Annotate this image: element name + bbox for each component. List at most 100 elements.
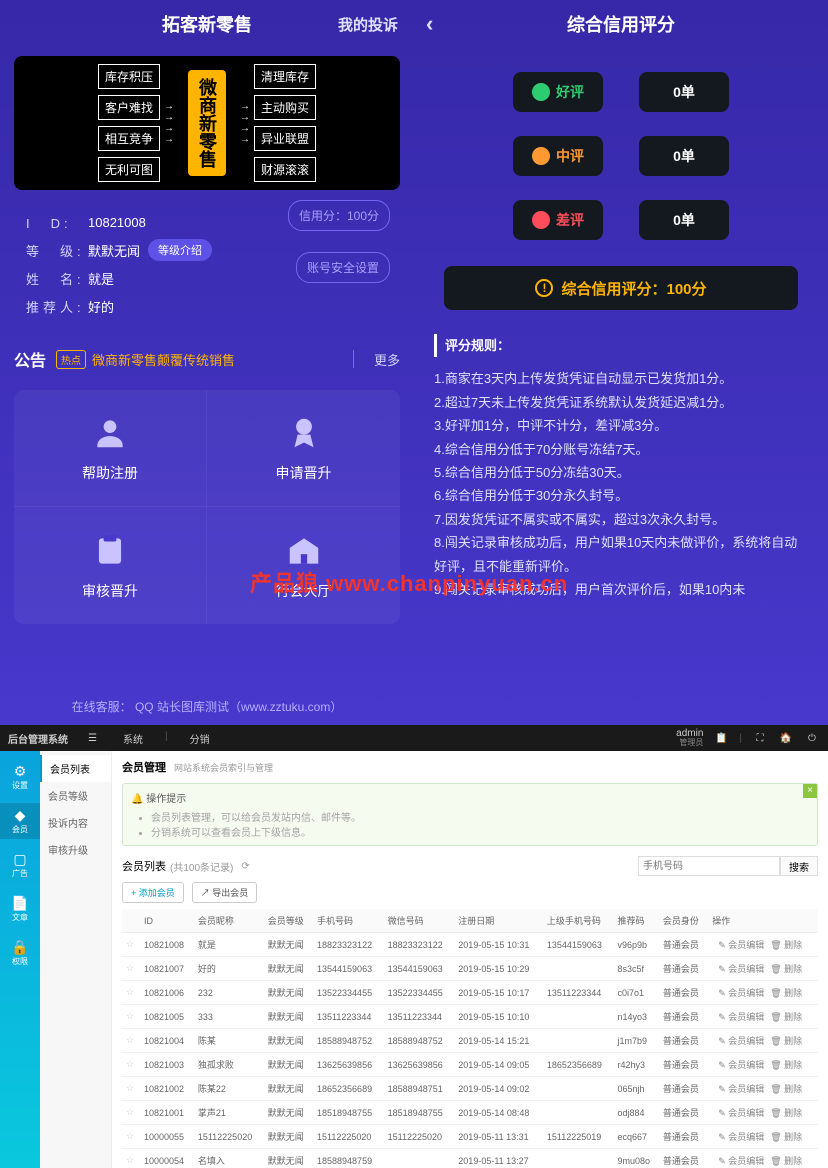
cell: 普通会员 <box>659 1029 708 1053</box>
edit-link[interactable]: ✎ 会员编辑 <box>718 940 764 950</box>
star-icon[interactable]: ☆ <box>122 1101 140 1125</box>
star-icon[interactable]: ☆ <box>122 1125 140 1149</box>
cell: 普通会员 <box>659 933 708 957</box>
edit-link[interactable]: ✎ 会员编辑 <box>718 1060 764 1070</box>
edit-link[interactable]: ✎ 会员编辑 <box>718 1156 764 1166</box>
edit-link[interactable]: ✎ 会员编辑 <box>718 1012 764 1022</box>
delete-link[interactable]: 🗑 删除 <box>770 1084 802 1094</box>
cell: 普通会员 <box>659 1005 708 1029</box>
star-icon[interactable]: ☆ <box>122 933 140 957</box>
cell: 2019-05-14 09:02 <box>454 1077 543 1101</box>
complaints-link[interactable]: 我的投诉 <box>338 14 398 35</box>
menu-toggle-icon[interactable]: ☰ <box>88 733 97 744</box>
cell: 默默无闻 <box>264 1149 313 1168</box>
credit-score-button[interactable]: 信用分：100分 <box>288 200 390 231</box>
delete-link[interactable]: 🗑 删除 <box>770 940 802 950</box>
back-icon[interactable]: ‹ <box>426 11 433 37</box>
side-icon: ▢ <box>0 851 40 868</box>
cell: v96p9b <box>614 933 659 957</box>
fullscreen-icon[interactable]: ⛶ <box>752 730 768 746</box>
submenu-item[interactable]: 会员列表 <box>40 755 111 782</box>
level-intro-button[interactable]: 等级介绍 <box>148 239 212 261</box>
delete-link[interactable]: 🗑 删除 <box>770 1060 802 1070</box>
delete-link[interactable]: 🗑 删除 <box>770 1156 802 1166</box>
menu-apply-promotion[interactable]: 申请晋升 <box>207 390 400 507</box>
rule-item: 3.好评加1分，中评不计分，差评减3分。 <box>434 414 808 437</box>
delete-link[interactable]: 🗑 删除 <box>770 1012 802 1022</box>
cell: 13625639856 <box>384 1053 455 1077</box>
tip-close-icon[interactable]: × <box>803 784 817 798</box>
cell: 8s3c5f <box>614 957 659 981</box>
cell: 10821002 <box>140 1077 194 1101</box>
delete-link[interactable]: 🗑 删除 <box>770 964 802 974</box>
nav-distribution[interactable]: 分销 <box>184 731 216 746</box>
warning-icon: ! <box>535 279 553 297</box>
menu-audit-promotion[interactable]: 审核晋升 <box>14 507 207 624</box>
nav-system[interactable]: 系统 <box>117 731 149 746</box>
edit-link[interactable]: ✎ 会员编辑 <box>718 1132 764 1142</box>
star-icon[interactable]: ☆ <box>122 1005 140 1029</box>
column-header: 会员身份 <box>659 909 708 933</box>
cell: 2019-05-11 13:27 <box>454 1149 543 1168</box>
notice-bar: 公告 热点 微商新零售颠覆传统销售 更多 <box>14 340 400 378</box>
side-item-1[interactable]: ◆会员 <box>0 803 40 839</box>
power-icon[interactable]: ⏻ <box>804 730 820 746</box>
delete-link[interactable]: 🗑 删除 <box>770 1036 802 1046</box>
column-header: ID <box>140 909 194 933</box>
side-item-0[interactable]: ⚙设置 <box>0 759 40 795</box>
submenu-item[interactable]: 审核升级 <box>40 836 111 863</box>
delete-link[interactable]: 🗑 删除 <box>770 988 802 998</box>
calendar-icon[interactable]: 📋 <box>713 730 729 746</box>
user-icon <box>90 413 130 453</box>
badge-icon <box>284 413 324 453</box>
side-item-2[interactable]: ▢广告 <box>0 847 40 883</box>
star-icon[interactable]: ☆ <box>122 1149 140 1168</box>
submenu-item[interactable]: 投诉内容 <box>40 809 111 836</box>
cell: 10821005 <box>140 1005 194 1029</box>
column-header: 会员昵称 <box>194 909 264 933</box>
edit-link[interactable]: ✎ 会员编辑 <box>718 964 764 974</box>
star-icon[interactable]: ☆ <box>122 1029 140 1053</box>
edit-link[interactable]: ✎ 会员编辑 <box>718 1084 764 1094</box>
notice-text[interactable]: 微商新零售颠覆传统销售 <box>92 350 343 369</box>
menu-label: 帮助注册 <box>82 463 138 483</box>
table-row: ☆10821008就是默默无闻1882332312218823323122201… <box>122 933 818 957</box>
cell: 10821008 <box>140 933 194 957</box>
star-icon[interactable]: ☆ <box>122 1077 140 1101</box>
banner-right-item: 异业联盟 <box>254 126 316 151</box>
notice-more-link[interactable]: 更多 <box>374 350 400 369</box>
refresh-icon[interactable]: ⟳ <box>241 861 249 872</box>
export-member-button[interactable]: ↗ 导出会员 <box>192 882 258 903</box>
submenu-item[interactable]: 会员等级 <box>40 782 111 809</box>
star-icon[interactable]: ☆ <box>122 957 140 981</box>
star-icon[interactable]: ☆ <box>122 1053 140 1077</box>
cell: 10821007 <box>140 957 194 981</box>
side-icon: 📄 <box>0 895 40 912</box>
menu-label: 审核晋升 <box>82 581 138 601</box>
side-icon: ⚙ <box>0 763 40 780</box>
side-item-3[interactable]: 📄文章 <box>0 891 40 927</box>
search-button[interactable]: 搜索 <box>780 856 818 876</box>
home-icon[interactable]: 🏠 <box>778 730 794 746</box>
rule-item: 7.因发货凭证不属实或不属实，超过3次永久封号。 <box>434 508 808 531</box>
delete-link[interactable]: 🗑 删除 <box>770 1132 802 1142</box>
rule-item: 1.商家在3天内上传发货凭证自动显示已发货加1分。 <box>434 367 808 390</box>
edit-link[interactable]: ✎ 会员编辑 <box>718 1036 764 1046</box>
cell: 13511223344 <box>384 1005 455 1029</box>
edit-link[interactable]: ✎ 会员编辑 <box>718 988 764 998</box>
bad-rating-pill: 差评 <box>513 200 603 240</box>
cell: ecq667 <box>614 1125 659 1149</box>
add-member-button[interactable]: + 添加会员 <box>122 882 184 903</box>
column-header: 手机号码 <box>313 909 384 933</box>
security-settings-button[interactable]: 账号安全设置 <box>296 252 390 283</box>
cell: 10821003 <box>140 1053 194 1077</box>
star-icon[interactable]: ☆ <box>122 981 140 1005</box>
side-item-4[interactable]: 🔒权限 <box>0 935 40 971</box>
edit-link[interactable]: ✎ 会员编辑 <box>718 1108 764 1118</box>
search-input[interactable] <box>638 856 780 876</box>
delete-link[interactable]: 🗑 删除 <box>770 1108 802 1118</box>
cell: 默默无闻 <box>264 1053 313 1077</box>
banner-carousel[interactable]: 库存积压 客户难找 相互竞争 无利可图 →→→→ 微商新零售 →→→→ 清理库存… <box>14 56 400 190</box>
cell: 普通会员 <box>659 1149 708 1168</box>
menu-help-register[interactable]: 帮助注册 <box>14 390 207 507</box>
